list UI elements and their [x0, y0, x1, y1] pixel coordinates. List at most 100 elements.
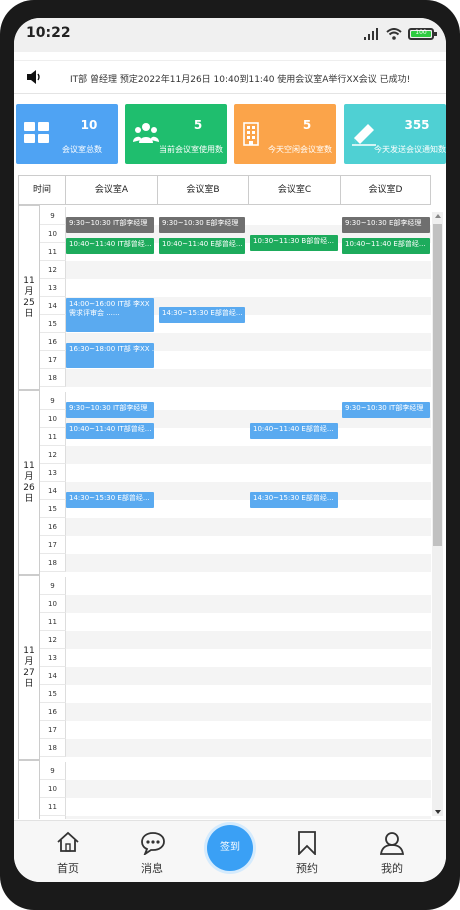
booking-event[interactable]: 10:40~11:40 E部曾经...: [159, 238, 245, 255]
hour-slot[interactable]: [66, 518, 431, 536]
booking-event[interactable]: 16:30~18:00 IT部 李XX ......: [66, 343, 154, 368]
hour-row[interactable]: 11: [40, 613, 431, 631]
hour-row[interactable]: 14: [40, 667, 431, 685]
hour-slot[interactable]: [66, 631, 431, 649]
hour-row[interactable]: 15: [40, 685, 431, 703]
hour-label: 12: [40, 446, 66, 464]
room-header-a[interactable]: 会议室A: [66, 176, 158, 204]
hour-row[interactable]: 13: [40, 279, 431, 297]
hour-row[interactable]: 12: [40, 261, 431, 279]
booking-event[interactable]: 14:30~15:30 E部曾经...: [250, 492, 338, 508]
hour-slot[interactable]: [66, 649, 431, 667]
stat-card-2[interactable]: 5 当前会议室使用数: [125, 104, 227, 164]
day-label-line: 日: [24, 678, 34, 689]
booking-event[interactable]: 10:40~11:40 E部曾经...: [250, 423, 338, 440]
booking-event[interactable]: 10:30~11:30 B部曾经...: [250, 235, 338, 251]
day-label-line: 月: [24, 471, 34, 482]
hour-slot[interactable]: [66, 261, 431, 279]
hour-slot[interactable]: [66, 464, 431, 482]
booking-event[interactable]: 9:30~10:30 E部李经理: [159, 217, 245, 233]
tab-booking[interactable]: 预约: [277, 827, 337, 877]
hour-label: 11: [40, 613, 66, 631]
hour-slot[interactable]: [66, 613, 431, 631]
stat-value: 10: [80, 118, 98, 132]
hour-slot[interactable]: [66, 369, 431, 387]
hour-row[interactable]: 17: [40, 536, 431, 554]
hour-slot[interactable]: [66, 721, 431, 739]
scroll-thumb[interactable]: [433, 224, 442, 546]
hour-row[interactable]: 12: [40, 816, 431, 819]
tab-mine[interactable]: 我的: [362, 827, 422, 877]
hour-row[interactable]: 17: [40, 721, 431, 739]
hour-row[interactable]: 13: [40, 649, 431, 667]
status-time: 10:22: [26, 25, 71, 41]
tab-mine-label: 我的: [381, 862, 403, 875]
hour-slot[interactable]: [66, 703, 431, 721]
hour-row[interactable]: 18: [40, 554, 431, 572]
hour-slot[interactable]: [66, 762, 431, 780]
hour-row[interactable]: 9: [40, 762, 431, 780]
booking-event[interactable]: 10:40~11:40 IT部曾经...: [66, 423, 154, 440]
stat-card-3[interactable]: 5 今天空闲会议室数: [234, 104, 336, 164]
room-header-c[interactable]: 会议室C: [249, 176, 341, 204]
scroll-up-icon[interactable]: [435, 214, 441, 218]
hour-row[interactable]: 10: [40, 780, 431, 798]
wifi-icon: [386, 28, 402, 40]
hour-slot[interactable]: [66, 685, 431, 703]
hour-slot[interactable]: [66, 798, 431, 816]
hour-row[interactable]: 12: [40, 446, 431, 464]
day-label-line: 日: [24, 493, 34, 504]
booking-event[interactable]: 9:30~10:30 E部李经理: [342, 217, 430, 233]
hour-slot[interactable]: [66, 739, 431, 757]
speaker-icon: [27, 70, 40, 84]
stat-card-1[interactable]: 10 会议室总数: [16, 104, 118, 164]
tab-bar: 首页 消息 签到 预约 我的: [14, 820, 446, 882]
hour-row[interactable]: 12: [40, 631, 431, 649]
scroll-down-icon[interactable]: [435, 810, 441, 814]
hour-slot[interactable]: [66, 577, 431, 595]
hour-row[interactable]: 11: [40, 798, 431, 816]
booking-event[interactable]: 14:00~16:00 IT部 李XX 需求评审会 ......: [66, 298, 154, 332]
signal-icon: [364, 28, 378, 40]
hour-row[interactable]: 16: [40, 703, 431, 721]
booking-event[interactable]: 9:30~10:30 IT部李经理: [66, 217, 154, 233]
booking-event[interactable]: 14:30~15:30 E部曾经...: [66, 492, 154, 508]
hour-row[interactable]: 18: [40, 369, 431, 387]
hour-label: 9: [40, 762, 66, 780]
hour-slot[interactable]: [66, 279, 431, 297]
hour-row[interactable]: 16: [40, 518, 431, 536]
room-header-d[interactable]: 会议室D: [341, 176, 430, 204]
signin-button[interactable]: 签到: [207, 825, 253, 871]
hour-slot[interactable]: [66, 536, 431, 554]
booking-event[interactable]: 10:40~11:40 IT部曾经...: [66, 238, 154, 255]
tab-message-label: 消息: [141, 862, 163, 875]
hour-slot[interactable]: [66, 780, 431, 798]
grid-scrollbar[interactable]: [432, 212, 443, 816]
hour-label: 12: [40, 261, 66, 279]
day-label-line: 月: [24, 286, 34, 297]
tab-home[interactable]: 首页: [38, 827, 98, 877]
hour-slot[interactable]: [66, 595, 431, 613]
stat-card-4[interactable]: 355 今天发送会议通知数: [344, 104, 446, 164]
booking-event[interactable]: 10:40~11:40 E部曾经...: [342, 238, 430, 255]
hour-slot[interactable]: [66, 667, 431, 685]
battery-icon: 100: [408, 28, 437, 40]
stat-value: 5: [302, 118, 312, 132]
tab-message[interactable]: 消息: [122, 827, 182, 877]
hour-label: 11: [40, 798, 66, 816]
grid-body[interactable]: 11 月 25 日 9 10 11 12 13 14 15 16 17 18 9:30~10:30 IT部李…: [18, 205, 431, 819]
schedule-grid: 时间 会议室A 会议室B 会议室C 会议室D 11 月 25 日 9 10 11 12 13 14…: [18, 175, 431, 819]
message-icon: [141, 832, 165, 855]
booking-event[interactable]: 9:30~10:30 IT部李经理: [342, 402, 430, 418]
booking-event[interactable]: 9:30~10:30 IT部李经理: [66, 402, 154, 418]
hour-row[interactable]: 10: [40, 595, 431, 613]
room-header-b[interactable]: 会议室B: [158, 176, 249, 204]
hour-row[interactable]: 18: [40, 739, 431, 757]
hour-row[interactable]: 9: [40, 577, 431, 595]
phone-frame: 10:22 100 IT部 曾经理 预定2022年11月26日 10:40到11…: [0, 0, 460, 910]
hour-slot[interactable]: [66, 446, 431, 464]
hour-slot[interactable]: [66, 554, 431, 572]
hour-slot[interactable]: [66, 816, 431, 819]
hour-row[interactable]: 13: [40, 464, 431, 482]
booking-event[interactable]: 14:30~15:30 E部曾经...: [159, 307, 245, 323]
